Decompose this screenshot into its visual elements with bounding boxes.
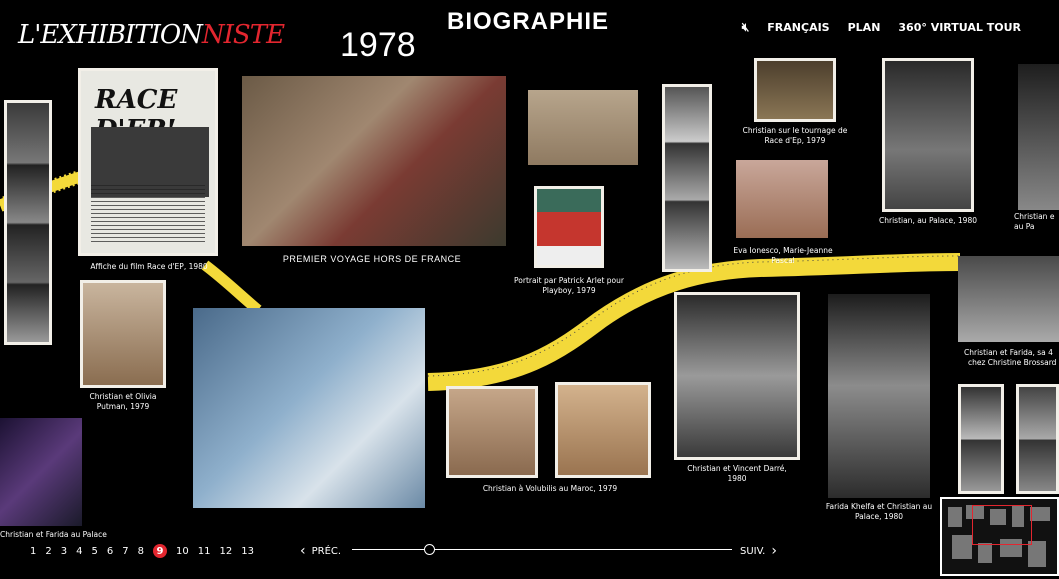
caption-tournage: Christian sur le tournage de Race d'Ep, …	[742, 126, 848, 145]
photo-palace-1980[interactable]	[882, 58, 974, 212]
chevron-right-icon: ›	[771, 543, 777, 559]
race-dep-poster[interactable]: RACE D'EP!	[78, 68, 218, 256]
virtual-tour-link[interactable]: 360° VIRTUAL TOUR	[898, 21, 1021, 34]
next-label: SUIV.	[740, 545, 766, 557]
page-1[interactable]: 1	[30, 546, 36, 557]
timeline-slider-thumb[interactable]	[424, 544, 435, 555]
year-label: 1978	[340, 26, 416, 64]
page-9-active[interactable]: 9	[153, 544, 167, 558]
photo-farida-palace[interactable]	[0, 418, 82, 526]
page-4[interactable]: 4	[76, 546, 82, 557]
page-10[interactable]: 10	[176, 546, 189, 557]
chevron-left-icon: ‹	[300, 543, 306, 559]
minimap-viewport[interactable]	[972, 505, 1032, 545]
poster-credits	[91, 185, 205, 245]
caption-farida-palace: Christian et Farida au Palace	[0, 530, 107, 539]
photo-booth-strip-middle[interactable]	[662, 84, 712, 272]
page-8[interactable]: 8	[138, 546, 144, 557]
caption-eva-ionesco: Eva Ionesco, Marie-Jeanne Pascal	[733, 246, 833, 265]
photo-group-walking[interactable]	[528, 90, 638, 165]
speaker-mute-icon[interactable]: 🔇︎	[742, 20, 750, 35]
caption-premier-voyage: PREMIER VOYAGE HORS DE FRANCE	[282, 254, 462, 264]
map-link[interactable]: PLAN	[848, 21, 881, 34]
photo-farida-khelfa[interactable]	[828, 294, 930, 498]
page-11[interactable]: 11	[198, 546, 211, 557]
photo-volubilis-2[interactable]	[555, 382, 651, 478]
caption-vincent-darre: Christian et Vincent Darré, 1980	[687, 464, 787, 483]
logo-accent-text: NISTE	[201, 20, 285, 50]
caption-farida-sa4: Christian et Farida, sa 4	[964, 348, 1053, 357]
next-button[interactable]: SUIV. ›	[740, 543, 777, 559]
photo-booth-strip-right-1[interactable]	[958, 384, 1004, 494]
photo-volubilis-1[interactable]	[446, 386, 538, 478]
caption-palace-1980: Christian, au Palace, 1980	[879, 216, 977, 225]
photo-tournage[interactable]	[754, 58, 836, 122]
timeline-slider-track[interactable]	[352, 549, 732, 550]
caption-olivia-putman: Christian et Olivia Putman, 1979	[89, 392, 157, 411]
page-13[interactable]: 13	[241, 546, 254, 557]
top-navigation: 🔇︎ FRANÇAIS PLAN 360° VIRTUAL TOUR	[742, 20, 1021, 35]
page-3[interactable]: 3	[61, 546, 67, 557]
pagination: 1 2 3 4 5 6 7 8 9 10 11 12 13	[30, 544, 254, 558]
photo-farida-sa4[interactable]	[958, 256, 1059, 342]
photo-booth-strip-left[interactable]	[4, 100, 52, 345]
photo-portrait-arlet[interactable]	[534, 186, 604, 268]
caption-volubilis: Christian à Volubilis au Maroc, 1979	[482, 484, 618, 493]
photo-vincent-darre[interactable]	[674, 292, 800, 460]
page-7[interactable]: 7	[122, 546, 128, 557]
caption-brossard: chez Christine Brossard	[968, 358, 1057, 367]
caption-farida-khelfa: Farida Khelfa et Christian au Palace, 19…	[825, 502, 933, 521]
prev-button[interactable]: ‹ PRÉC.	[300, 543, 341, 559]
minimap[interactable]	[940, 497, 1059, 576]
photo-olivia-putman[interactable]	[80, 280, 166, 388]
photo-premier-voyage[interactable]	[242, 76, 506, 246]
photo-blue-portrait[interactable]	[193, 308, 425, 508]
page-12[interactable]: 12	[219, 546, 232, 557]
photo-christian-e-partial[interactable]	[1018, 64, 1059, 210]
logo-text: L'EXHIBITION	[18, 20, 203, 50]
page-title: BIOGRAPHIE	[447, 8, 610, 35]
caption-christian-e: Christian e au Pa	[1014, 212, 1055, 231]
photo-eva-ionesco[interactable]	[736, 160, 828, 238]
prev-label: PRÉC.	[311, 545, 342, 557]
page-6[interactable]: 6	[107, 546, 113, 557]
photo-booth-strip-right-2[interactable]	[1016, 384, 1059, 494]
page-2[interactable]: 2	[45, 546, 51, 557]
caption-affiche: Affiche du film Race d'EP, 1980	[90, 262, 208, 271]
caption-portrait-arlet: Portrait par Patrick Arlet pour Playboy,…	[514, 276, 624, 295]
site-logo[interactable]: L'EXHIBITIONNISTE	[18, 20, 285, 50]
language-switch[interactable]: FRANÇAIS	[767, 21, 829, 34]
page-5[interactable]: 5	[92, 546, 98, 557]
